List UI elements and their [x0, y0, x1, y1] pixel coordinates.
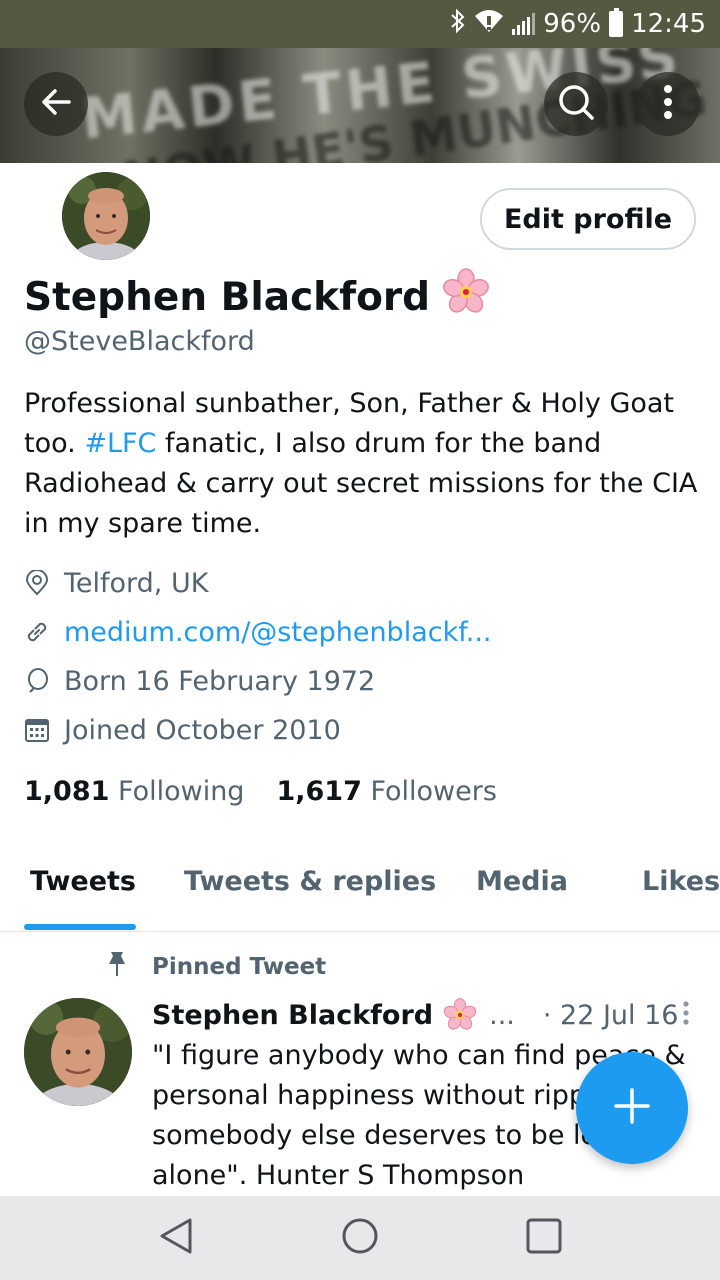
website-link[interactable]: medium.com/@stephenblackf... — [64, 617, 492, 648]
back-arrow-icon — [38, 84, 74, 124]
edit-profile-button[interactable]: Edit profile — [480, 188, 696, 250]
location-icon — [24, 570, 50, 596]
battery-icon — [609, 8, 624, 37]
back-button[interactable] — [24, 72, 88, 136]
status-bar: 96% 12:45 — [0, 0, 720, 48]
pin-icon — [104, 950, 130, 984]
profile-avatar[interactable] — [58, 168, 154, 264]
compose-tweet-button[interactable] — [576, 1052, 688, 1164]
nav-recents-button[interactable] — [522, 1216, 566, 1260]
followers-label: Followers — [370, 776, 497, 807]
followers-link[interactable]: 1,617 Followers — [276, 776, 496, 807]
cherry-blossom-icon — [442, 268, 490, 326]
profile-name: Stephen Blackford — [24, 268, 490, 326]
tweet-name-ellipsis: ... — [489, 999, 515, 1031]
tweet-header: Stephen Blackford ... · 22 Jul 16 — [152, 998, 700, 1032]
profile-website[interactable]: medium.com/@stephenblackf... — [24, 615, 492, 649]
tweet-date[interactable]: · 22 Jul 16 — [543, 1000, 679, 1031]
tab-tweets-replies[interactable]: Tweets & replies — [184, 866, 436, 897]
nav-back-icon — [158, 1216, 194, 1260]
profile-bio: Professional sunbather, Son, Father & Ho… — [24, 384, 708, 544]
bluetooth-icon — [450, 8, 466, 41]
follow-stats: 1,081 Following 1,617 Followers — [24, 776, 497, 807]
profile-joined: Joined October 2010 — [24, 713, 341, 747]
following-link[interactable]: 1,081 Following — [24, 776, 244, 807]
compose-plus-icon — [612, 1086, 652, 1130]
balloon-icon — [24, 668, 50, 694]
profile-banner[interactable]: MADE THE SWISS NOW HE'S MUNCHING C — [0, 48, 720, 163]
system-nav-bar — [0, 1196, 720, 1280]
active-tab-indicator — [24, 924, 136, 930]
followers-count: 1,617 — [276, 776, 362, 807]
profile-tabs: Tweets Tweets & replies Media Likes — [0, 852, 720, 932]
pinned-label-text: Pinned Tweet — [152, 954, 327, 980]
nav-home-button[interactable] — [338, 1216, 382, 1260]
joined-text: Joined October 2010 — [64, 714, 341, 746]
location-text: Telford, UK — [64, 567, 209, 599]
nav-recents-icon — [526, 1218, 562, 1258]
tab-likes[interactable]: Likes — [642, 866, 720, 897]
link-icon — [24, 619, 50, 645]
tweet-more-icon[interactable] — [682, 1000, 690, 1033]
battery-percent: 96% — [543, 9, 602, 39]
tweet-author-name[interactable]: Stephen Blackford — [152, 1000, 433, 1031]
signal-icon — [512, 13, 536, 35]
bio-hashtag-link[interactable]: #LFC — [84, 428, 156, 459]
pinned-tweet-label: Pinned Tweet — [104, 950, 326, 984]
nav-home-icon — [341, 1217, 379, 1259]
profile-handle: @SteveBlackford — [24, 326, 255, 357]
search-icon — [556, 82, 596, 126]
calendar-icon — [24, 717, 50, 743]
tab-tweets[interactable]: Tweets — [30, 866, 136, 897]
profile-name-text: Stephen Blackford — [24, 274, 431, 320]
search-button[interactable] — [544, 72, 608, 136]
tab-media[interactable]: Media — [476, 866, 568, 897]
nav-back-button[interactable] — [154, 1216, 198, 1260]
more-button[interactable] — [636, 72, 700, 136]
wifi-icon — [474, 8, 504, 41]
following-label: Following — [118, 776, 245, 807]
cherry-blossom-icon — [443, 998, 477, 1032]
following-count: 1,081 — [24, 776, 110, 807]
tweet-author-avatar[interactable] — [24, 998, 132, 1106]
clock: 12:45 — [631, 9, 706, 39]
profile-birthdate: Born 16 February 1972 — [24, 664, 375, 698]
more-vertical-icon — [662, 84, 674, 124]
birthdate-text: Born 16 February 1972 — [64, 665, 376, 697]
profile-location: Telford, UK — [24, 566, 208, 600]
